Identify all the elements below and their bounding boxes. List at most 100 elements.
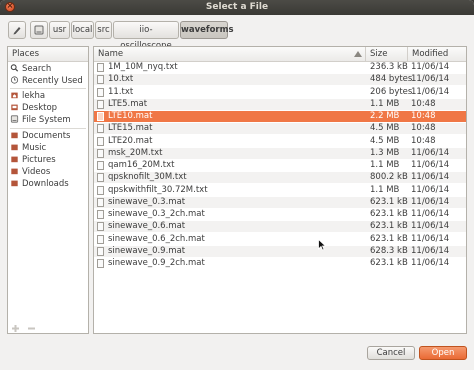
place-label: Recently Used xyxy=(22,76,83,86)
path-segment-src[interactable]: src xyxy=(95,21,112,39)
text-file-icon xyxy=(97,136,104,146)
file-list-header: Name Size Modified xyxy=(94,47,466,62)
place-label: File System xyxy=(22,115,71,125)
add-bookmark-button[interactable] xyxy=(11,324,20,333)
place-file-system[interactable]: File System xyxy=(10,114,71,126)
file-name: 10.txt xyxy=(108,74,134,85)
text-file-icon xyxy=(97,173,104,183)
file-list[interactable]: Name Size Modified 1M_10M_nyq.txt 236.3 k… xyxy=(93,46,467,334)
file-name: sinewave_0.9.mat xyxy=(108,245,186,256)
remove-bookmark-button[interactable] xyxy=(27,324,36,333)
place-documents[interactable]: Documents xyxy=(10,130,70,142)
text-file-icon xyxy=(97,75,104,85)
cancel-button[interactable]: Cancel xyxy=(367,346,415,360)
open-button[interactable]: Open xyxy=(419,346,467,360)
file-size: 484 bytes xyxy=(370,74,413,85)
file-modified: 10:48 xyxy=(411,135,436,146)
file-size: 4.5 MB xyxy=(370,123,400,134)
column-name[interactable]: Name xyxy=(94,47,366,61)
window-title: Select a File xyxy=(205,2,269,12)
path-segment-local[interactable]: local xyxy=(71,21,94,39)
file-row[interactable]: LTE20.mat 4.5 MB 10:48 xyxy=(94,136,466,147)
titlebar[interactable]: × Select a File xyxy=(0,0,474,15)
place-label: Documents xyxy=(22,131,71,141)
file-row[interactable]: sinewave_0.6.mat 623.1 kB 11/06/14 xyxy=(94,221,466,233)
places-divider xyxy=(10,128,86,129)
file-modified: 11/06/14 xyxy=(411,172,450,183)
pencil-icon xyxy=(13,27,21,35)
file-modified: 11/06/14 xyxy=(411,147,450,158)
file-row[interactable]: LTE10.mat 2.2 MB 10:48 xyxy=(94,111,466,122)
file-row[interactable]: qam16_20M.txt 1.1 MB 11/06/14 xyxy=(94,160,466,171)
file-row[interactable]: 11.txt 206 bytes 11/06/14 xyxy=(94,87,466,98)
text-file-icon xyxy=(97,185,104,195)
folder-icon xyxy=(11,168,18,175)
file-name: qpskwithfilt_30.72M.txt xyxy=(108,184,208,195)
column-size[interactable]: Size xyxy=(366,47,408,61)
file-modified: 11/06/14 xyxy=(411,74,450,85)
file-name: sinewave_0.6.mat xyxy=(108,221,186,232)
place-desktop[interactable]: Desktop xyxy=(10,102,57,114)
text-file-icon xyxy=(97,87,104,97)
text-file-icon xyxy=(97,246,104,256)
file-modified: 11/06/14 xyxy=(411,62,450,72)
file-modified: 10:48 xyxy=(411,123,436,134)
folder-icon xyxy=(11,180,18,187)
desktop-icon xyxy=(11,104,18,111)
file-row[interactable]: sinewave_0.6_2ch.mat 623.1 kB 11/06/14 xyxy=(94,234,466,245)
file-row[interactable]: msk_20M.txt 1.3 MB 11/06/14 xyxy=(94,147,466,159)
file-modified: 11/06/14 xyxy=(411,209,450,219)
file-name: LTE15.mat xyxy=(108,123,153,134)
file-chooser-dialog: × Select a File usr local src iio-oscill… xyxy=(0,0,474,370)
file-size: 1.1 MB xyxy=(370,184,400,195)
place-videos[interactable]: Videos xyxy=(10,166,50,178)
place-pictures[interactable]: Pictures xyxy=(10,154,56,166)
file-size: 1.3 MB xyxy=(370,147,400,158)
text-file-icon xyxy=(97,63,104,72)
file-row[interactable]: LTE15.mat 4.5 MB 10:48 xyxy=(94,123,466,135)
path-segment-iio-oscilloscope[interactable]: iio-oscilloscope xyxy=(113,21,179,51)
file-row[interactable]: sinewave_0.9_2ch.mat 623.1 kB 11/06/14 xyxy=(94,258,466,269)
path-segment-waveforms[interactable]: waveforms xyxy=(180,21,234,39)
file-size: 4.5 MB xyxy=(370,135,400,146)
file-row[interactable]: sinewave_0.3.mat 623.1 kB 11/06/14 xyxy=(94,196,466,208)
file-row[interactable]: sinewave_0.9.mat 628.3 kB 11/06/14 xyxy=(94,245,466,257)
drive-icon xyxy=(10,115,19,123)
place-label: Downloads xyxy=(22,179,69,189)
file-name: LTE5.mat xyxy=(108,98,148,109)
file-row[interactable]: 10.txt 484 bytes 11/06/14 xyxy=(94,74,466,86)
text-file-icon xyxy=(97,222,104,232)
file-size: 206 bytes xyxy=(370,86,413,97)
place-label: lekha xyxy=(22,91,46,101)
place-label: Pictures xyxy=(22,155,56,165)
place-search[interactable]: Search xyxy=(10,63,51,75)
path-segment-usr[interactable]: usr xyxy=(49,21,70,39)
file-modified: 10:48 xyxy=(411,111,436,121)
edit-location-button[interactable] xyxy=(8,21,26,39)
mouse-cursor-icon xyxy=(318,239,326,251)
sort-arrow-icon xyxy=(354,51,362,57)
place-music[interactable]: Music xyxy=(10,142,46,154)
root-drive-button[interactable] xyxy=(30,21,48,39)
file-modified: 11/06/14 xyxy=(411,233,450,244)
file-size: 2.2 MB xyxy=(370,111,400,121)
file-row[interactable]: sinewave_0.3_2ch.mat 623.1 kB 11/06/14 xyxy=(94,209,466,220)
text-file-icon xyxy=(97,197,104,207)
file-name: sinewave_0.6_2ch.mat xyxy=(108,233,205,244)
file-row[interactable]: 1M_10M_nyq.txt 236.3 kB 11/06/14 xyxy=(94,62,466,73)
places-header[interactable]: Places xyxy=(8,47,88,62)
places-sidebar: Places Search Recently Used lekha Deskto… xyxy=(7,46,89,334)
file-name: LTE20.mat xyxy=(108,135,153,146)
file-size: 800.2 kB xyxy=(370,172,408,183)
file-row[interactable]: qpskwithfilt_30.72M.txt 1.1 MB 11/06/14 xyxy=(94,185,466,196)
place-label: Videos xyxy=(22,167,51,177)
file-name: msk_20M.txt xyxy=(108,147,163,158)
file-row[interactable]: qpsknofilt_30M.txt 800.2 kB 11/06/14 xyxy=(94,172,466,184)
place-downloads[interactable]: Downloads xyxy=(10,178,69,190)
place-recently-used[interactable]: Recently Used xyxy=(10,75,83,87)
place-home[interactable]: lekha xyxy=(10,90,45,102)
file-row[interactable]: LTE5.mat 1.1 MB 10:48 xyxy=(94,98,466,110)
text-file-icon xyxy=(97,112,104,121)
text-file-icon xyxy=(97,161,104,170)
column-modified[interactable]: Modified xyxy=(408,47,466,61)
